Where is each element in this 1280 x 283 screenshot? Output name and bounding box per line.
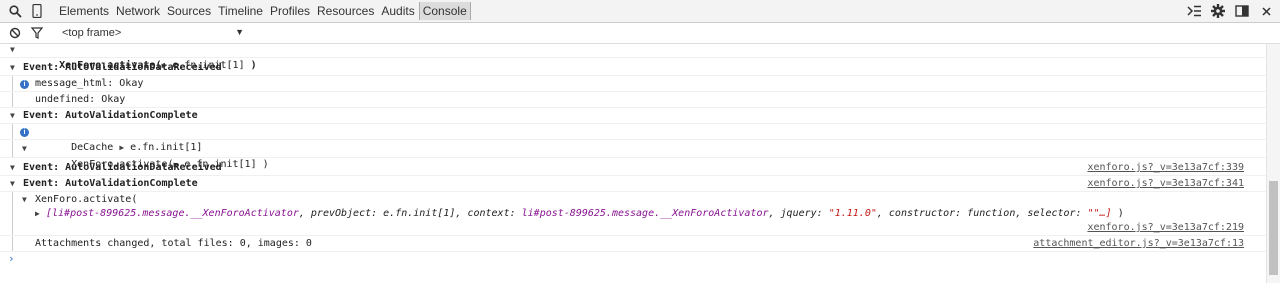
console-group: ▼ Event: AutoValidationComplete xenforo.… xyxy=(0,176,1266,192)
scrollbar[interactable] xyxy=(1266,44,1280,283)
tab-audits[interactable]: Audits xyxy=(378,2,417,20)
console-group: ▼ Event: AutoValidationDataReceived xenf… xyxy=(0,160,1266,176)
scrollbar-thumb[interactable] xyxy=(1269,181,1278,275)
tab-sources[interactable]: Sources xyxy=(164,2,214,20)
source-link[interactable]: xenforo.js?_v=3e13a7cf:219 xyxy=(1087,220,1244,236)
device-mode-icon[interactable] xyxy=(26,0,48,22)
expand-triangle-icon[interactable]: ▼ xyxy=(22,192,27,208)
panel-tabs: Elements Network Sources Timeline Profil… xyxy=(56,2,472,20)
group-title: Event: AutoValidationDataReceived xyxy=(23,162,222,173)
array-element: [li#post-899625.message.__XenForoActivat… xyxy=(46,208,299,219)
console-message: ▼ XenForo.activate(▶ e.fn.init[1] ) xyxy=(0,44,1266,71)
tab-timeline[interactable]: Timeline xyxy=(215,2,266,20)
console-message: i message_html: Okay xyxy=(0,76,1266,92)
source-link[interactable]: xenforo.js?_v=3e13a7cf:339 xyxy=(1087,160,1244,176)
log-array[interactable]: [li#post-899625.message.__XenForoActivat… xyxy=(46,206,1124,222)
log-text-suffix: ) xyxy=(1111,208,1124,219)
tab-profiles[interactable]: Profiles xyxy=(267,2,313,20)
group-title: Event: AutoValidationDataReceived xyxy=(23,62,222,73)
frame-select-value: <top frame> xyxy=(62,27,122,39)
tab-elements[interactable]: Elements xyxy=(56,2,112,20)
dock-side-icon[interactable] xyxy=(1230,0,1254,22)
console-filter-bar: <top frame> ▼ xyxy=(0,23,1280,44)
expand-arrow-icon[interactable]: ▶ xyxy=(35,206,40,222)
console-prompt-icon[interactable]: › xyxy=(8,252,15,265)
array-text: , jquery: xyxy=(768,208,829,219)
expand-triangle-icon[interactable]: ▼ xyxy=(10,176,15,192)
console-message: undefined: Okay xyxy=(0,92,1266,108)
chevron-down-icon: ▼ xyxy=(235,27,244,37)
frame-select[interactable]: <top frame> ▼ xyxy=(62,27,244,39)
source-link[interactable]: attachment_editor.js?_v=3e13a7cf:13 xyxy=(1033,236,1244,252)
array-string: ""…] xyxy=(1087,208,1112,219)
expand-triangle-icon[interactable]: ▼ xyxy=(22,141,27,157)
log-text: Attachments changed, total files: 0, ima… xyxy=(35,238,312,249)
console-drawer-icon[interactable] xyxy=(1182,0,1206,22)
search-icon[interactable] xyxy=(4,0,26,22)
console-group: ▼ Event: AutoValidationComplete xyxy=(0,108,1266,124)
log-text: undefined: Okay xyxy=(35,94,126,105)
tab-network[interactable]: Network xyxy=(113,2,163,20)
array-context: li#post-899625.message.__XenForoActivato… xyxy=(521,208,769,219)
expand-triangle-icon[interactable]: ▼ xyxy=(10,44,15,58)
group-title: Event: AutoValidationComplete xyxy=(23,178,198,189)
expand-triangle-icon[interactable]: ▼ xyxy=(10,160,15,176)
console-message: ▼ XenForo.activate( ▶ [li#post-899625.me… xyxy=(0,192,1266,236)
info-icon: i xyxy=(20,128,29,137)
close-icon[interactable] xyxy=(1254,0,1278,22)
array-text: , constructor: function, selector: xyxy=(876,208,1088,219)
group-title: Event: AutoValidationComplete xyxy=(23,110,198,121)
expand-triangle-icon[interactable]: ▼ xyxy=(10,60,15,76)
source-link[interactable]: xenforo.js?_v=3e13a7cf:341 xyxy=(1087,176,1244,192)
array-string: "1.11.0" xyxy=(828,208,877,219)
console-messages[interactable]: ▼ XenForo.activate(▶ e.fn.init[1] ) ▼ Ev… xyxy=(0,44,1266,283)
devtools-toolbar: Elements Network Sources Timeline Profil… xyxy=(0,0,1280,23)
info-icon: i xyxy=(20,80,29,89)
tab-resources[interactable]: Resources xyxy=(314,2,377,20)
filter-icon[interactable] xyxy=(26,22,48,44)
console-message: ▼ XenForo.activate(▶ e.fn.init[1] ) xyxy=(0,141,1266,170)
console-group: ▼ Event: AutoValidationDataReceived xyxy=(0,60,1266,76)
console-message: i DeCache ▶ e.fn.init[1] xyxy=(0,124,1266,153)
expand-triangle-icon[interactable]: ▼ xyxy=(10,108,15,124)
log-text: message_html: Okay xyxy=(35,78,144,89)
console-message: Attachments changed, total files: 0, ima… xyxy=(0,236,1266,252)
array-text: , prevObject: e.fn.init[1], context: xyxy=(298,208,522,219)
clear-console-icon[interactable] xyxy=(4,22,26,44)
gear-icon[interactable] xyxy=(1206,0,1230,22)
tab-console[interactable]: Console xyxy=(418,2,471,20)
